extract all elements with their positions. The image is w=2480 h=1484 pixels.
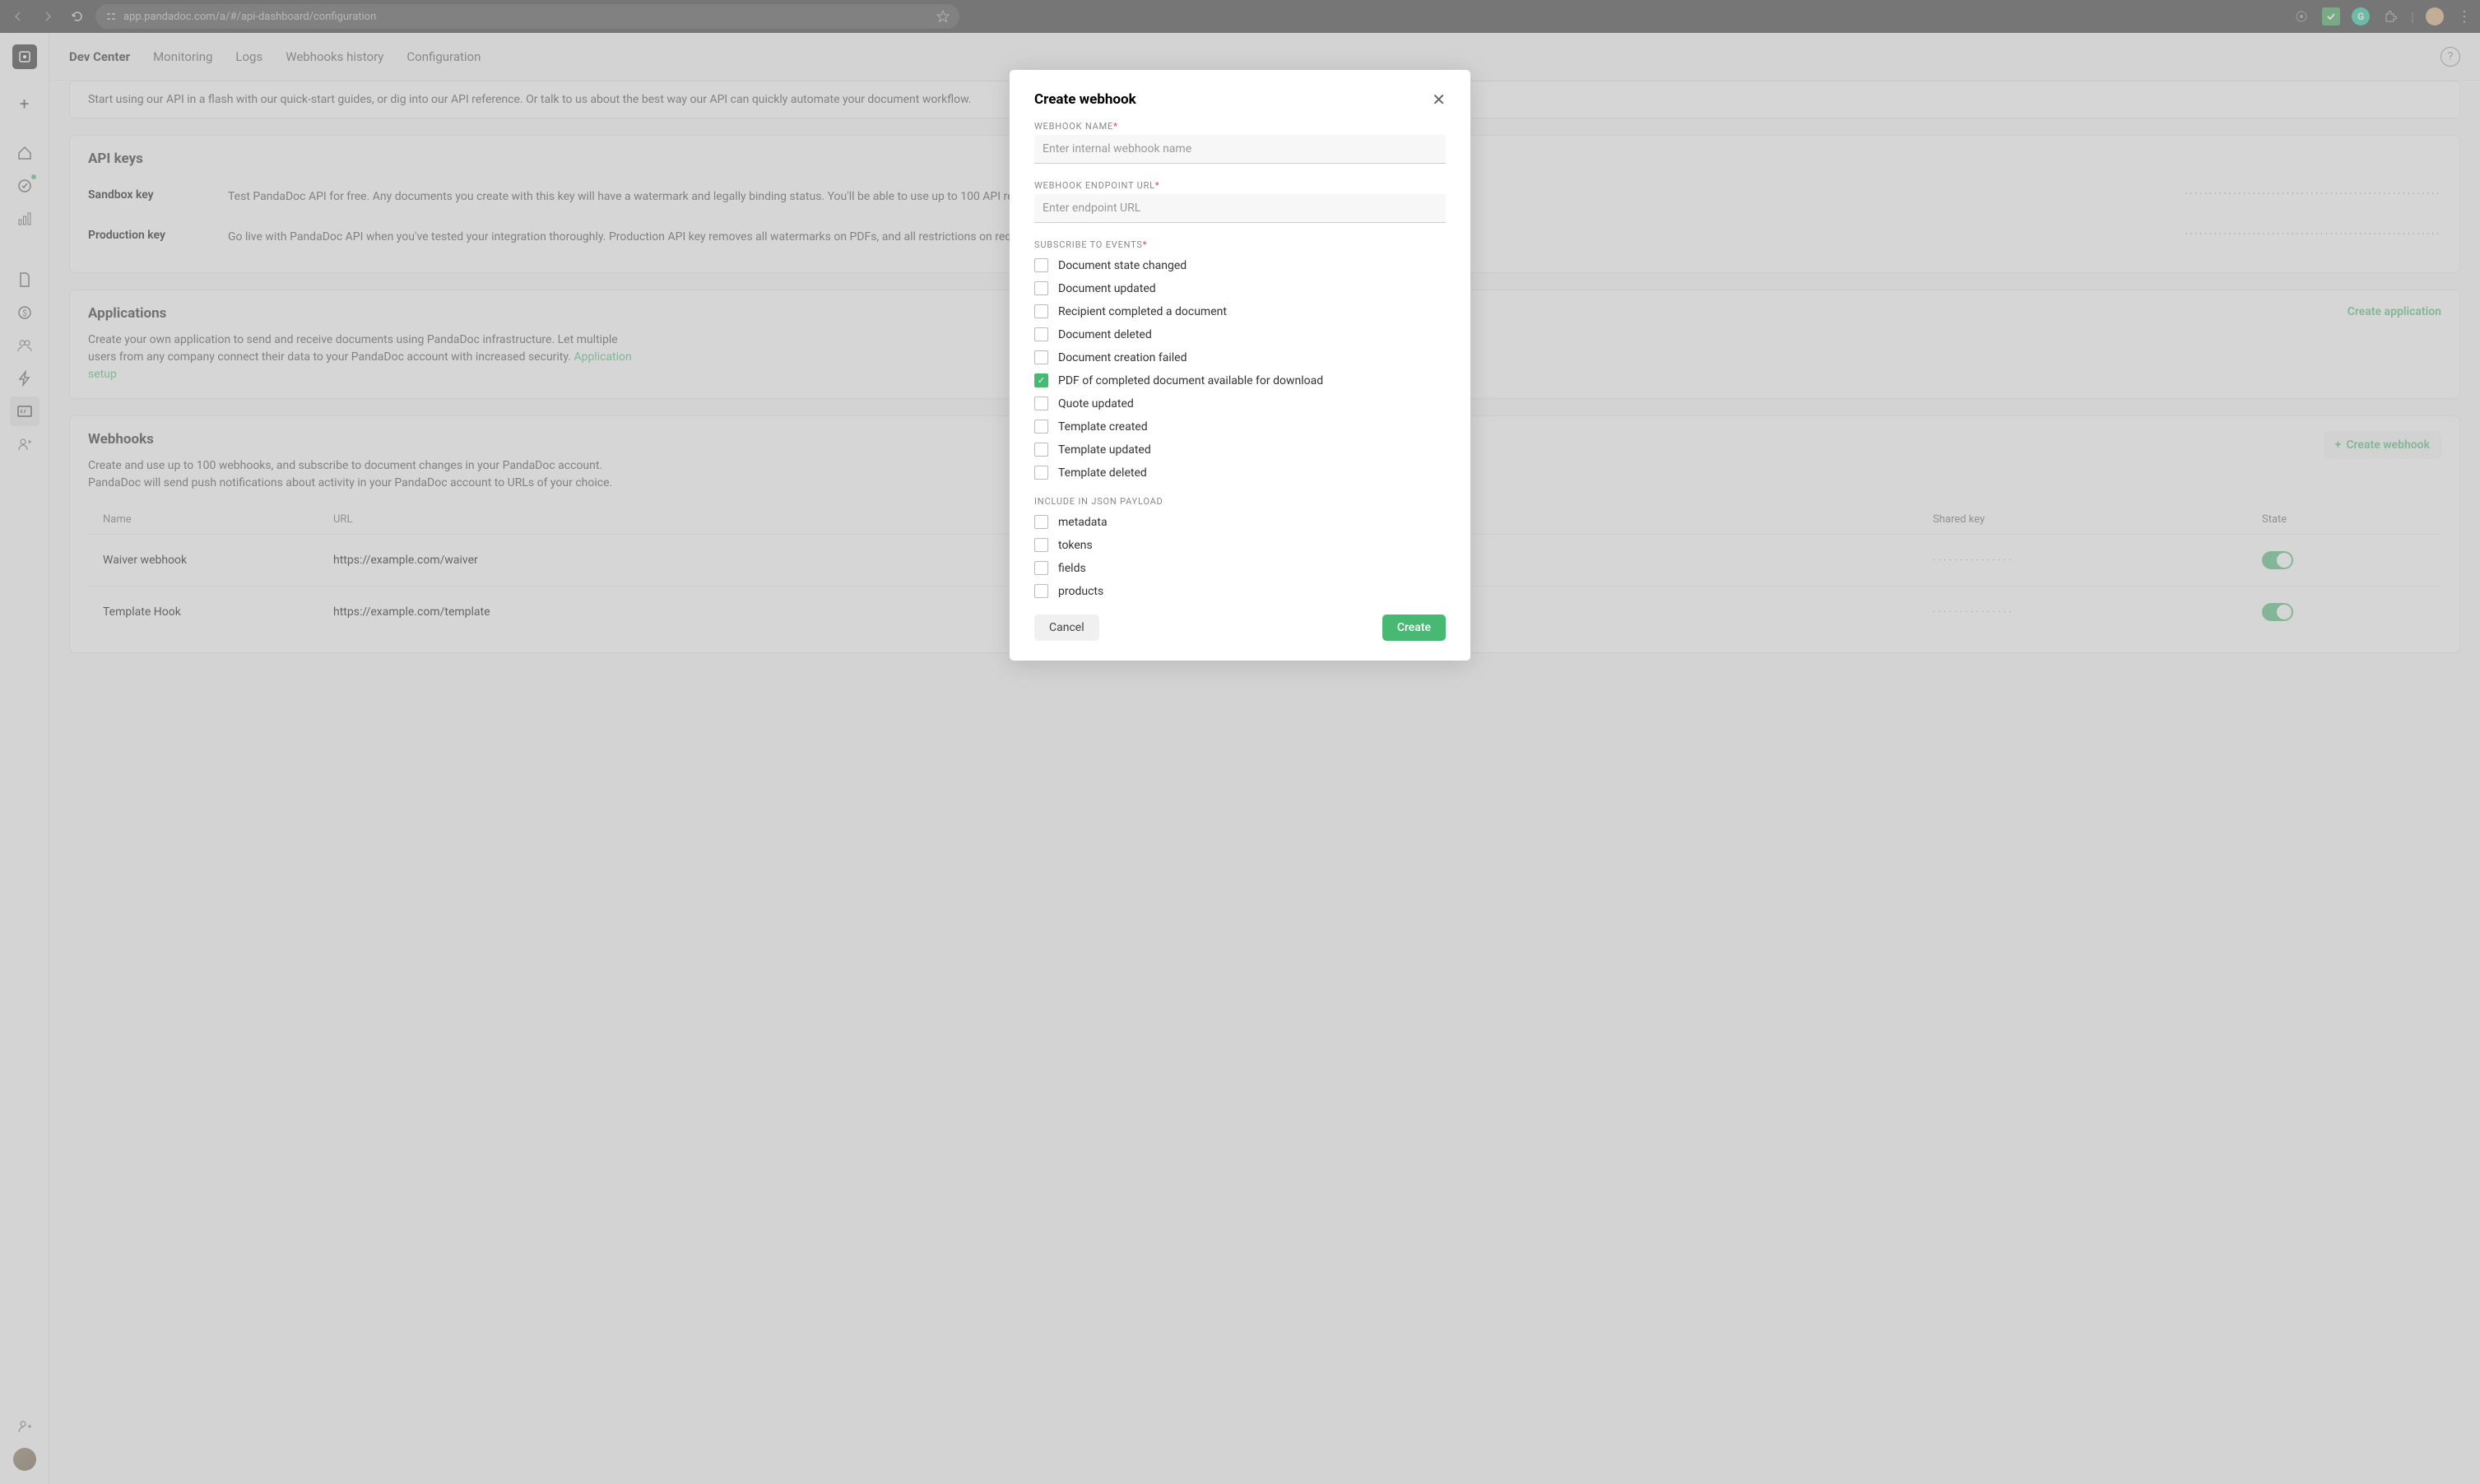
events-list: Document state changed Document updated Re… bbox=[1034, 258, 1446, 480]
payload-list: metadata tokens fields products bbox=[1034, 515, 1446, 598]
event-label: Document deleted bbox=[1058, 328, 1152, 341]
checkbox[interactable] bbox=[1034, 420, 1048, 434]
event-label: Document creation failed bbox=[1058, 351, 1187, 364]
payload-label: INCLUDE IN JSON PAYLOAD bbox=[1034, 496, 1446, 507]
checkbox[interactable] bbox=[1034, 350, 1048, 364]
webhook-url-input[interactable] bbox=[1034, 194, 1446, 223]
checkbox[interactable] bbox=[1034, 443, 1048, 457]
event-label: Recipient completed a document bbox=[1058, 305, 1227, 318]
payload-row[interactable]: tokens bbox=[1034, 538, 1446, 552]
checkbox[interactable] bbox=[1034, 327, 1048, 341]
payload-row[interactable]: metadata bbox=[1034, 515, 1446, 529]
webhook-name-label-text: WEBHOOK NAME bbox=[1034, 121, 1113, 132]
event-label: Template created bbox=[1058, 420, 1148, 434]
events-label: SUBSCRIBE TO EVENTS* bbox=[1034, 239, 1446, 250]
checkbox[interactable] bbox=[1034, 538, 1048, 552]
webhook-url-label: WEBHOOK ENDPOINT URL* bbox=[1034, 180, 1446, 191]
event-row[interactable]: Recipient completed a document bbox=[1034, 304, 1446, 318]
payload-label: tokens bbox=[1058, 539, 1093, 552]
checkbox[interactable] bbox=[1034, 304, 1048, 318]
payload-row[interactable]: fields bbox=[1034, 561, 1446, 575]
event-label: Quote updated bbox=[1058, 397, 1134, 410]
payload-label: fields bbox=[1058, 562, 1086, 575]
payload-row[interactable]: products bbox=[1034, 584, 1446, 598]
checkbox[interactable] bbox=[1034, 515, 1048, 529]
events-label-text: SUBSCRIBE TO EVENTS bbox=[1034, 239, 1143, 250]
payload-label: products bbox=[1058, 585, 1103, 598]
event-label: Template updated bbox=[1058, 443, 1151, 457]
cancel-button[interactable]: Cancel bbox=[1034, 614, 1099, 641]
close-icon[interactable]: ✕ bbox=[1432, 90, 1446, 109]
event-row[interactable]: Template deleted bbox=[1034, 466, 1446, 480]
event-row[interactable]: Template created bbox=[1034, 420, 1446, 434]
modal-title: Create webhook bbox=[1034, 91, 1136, 108]
event-row[interactable]: Document updated bbox=[1034, 281, 1446, 295]
event-row[interactable]: Quote updated bbox=[1034, 397, 1446, 410]
event-row[interactable]: Document state changed bbox=[1034, 258, 1446, 272]
payload-label: metadata bbox=[1058, 516, 1108, 529]
webhook-name-input[interactable] bbox=[1034, 135, 1446, 164]
checkmark-icon: ✓ bbox=[1038, 375, 1045, 386]
modal-overlay: Create webhook ✕ WEBHOOK NAME* WEBHOOK E… bbox=[0, 0, 2480, 1484]
checkbox[interactable] bbox=[1034, 258, 1048, 272]
event-label: Document state changed bbox=[1058, 259, 1187, 272]
webhook-name-label: WEBHOOK NAME* bbox=[1034, 121, 1446, 132]
create-button[interactable]: Create bbox=[1382, 614, 1446, 641]
checkbox[interactable] bbox=[1034, 561, 1048, 575]
checkbox[interactable]: ✓ bbox=[1034, 373, 1048, 387]
event-label: Template deleted bbox=[1058, 466, 1147, 480]
checkbox[interactable] bbox=[1034, 397, 1048, 410]
webhook-url-label-text: WEBHOOK ENDPOINT URL bbox=[1034, 180, 1155, 191]
event-row[interactable]: Template updated bbox=[1034, 443, 1446, 457]
event-label: Document updated bbox=[1058, 282, 1156, 295]
checkbox[interactable] bbox=[1034, 584, 1048, 598]
event-row[interactable]: Document deleted bbox=[1034, 327, 1446, 341]
create-webhook-modal: Create webhook ✕ WEBHOOK NAME* WEBHOOK E… bbox=[1010, 70, 1470, 661]
event-row[interactable]: ✓ PDF of completed document available for… bbox=[1034, 373, 1446, 387]
checkbox[interactable] bbox=[1034, 466, 1048, 480]
checkbox[interactable] bbox=[1034, 281, 1048, 295]
event-row[interactable]: Document creation failed bbox=[1034, 350, 1446, 364]
event-label: PDF of completed document available for … bbox=[1058, 374, 1323, 387]
